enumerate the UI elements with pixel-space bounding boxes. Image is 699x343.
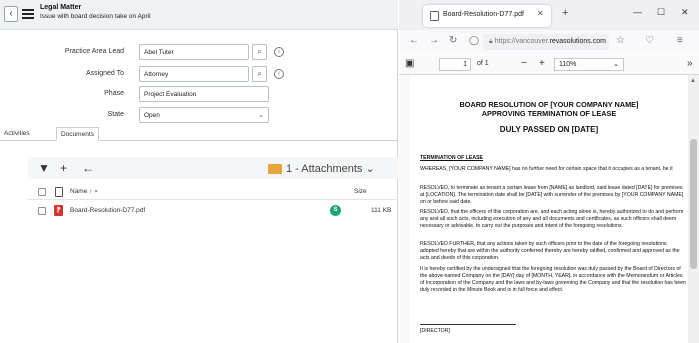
state-label: State <box>107 111 124 118</box>
assigned-to-label: Assigned To <box>85 70 124 77</box>
pdf-tab-icon <box>430 11 439 21</box>
chevron-down-icon: ⌄ <box>613 61 619 68</box>
zoom-value: 110% <box>559 61 577 68</box>
zoom-select[interactable]: 110% ⌄ <box>554 58 624 71</box>
folder-icon <box>268 164 282 174</box>
new-tab-icon[interactable]: + <box>562 7 568 19</box>
pocket-icon[interactable]: ♡ <box>645 35 654 46</box>
record-header: ‹ Legal Matter Issue with board decision… <box>0 0 398 30</box>
record-type: Legal Matter <box>40 4 82 11</box>
tab-documents[interactable]: Documents <box>56 127 99 141</box>
tab-title: Board-Resolution-D77.pdf <box>443 11 524 18</box>
reload-icon[interactable]: ↻ <box>449 35 457 46</box>
back-icon[interactable]: ← <box>409 35 419 46</box>
close-tab-icon[interactable]: ✕ <box>537 9 544 18</box>
documents-column-header: Name ↑ ⌕ Size <box>28 184 398 200</box>
file-name-link[interactable]: Board-Resolution-D77.pdf <box>70 207 145 214</box>
scrollbar-thumb[interactable] <box>690 139 697 269</box>
screen: ‹ Legal Matter Issue with board decision… <box>0 0 699 343</box>
browser-window: Board-Resolution-D77.pdf ✕ + — ☐ ✕ ← → ↻… <box>399 0 699 343</box>
row-checkbox[interactable] <box>38 207 46 215</box>
phase-row: Phase Project Evaluation <box>0 86 398 104</box>
chevron-down-icon: ⌄ <box>258 112 264 119</box>
scroll-up-icon[interactable]: ▲ <box>690 78 696 84</box>
browser-navbar: ← → ↻ ◯ 🔒︎ https://vancouver.revasolutio… <box>399 30 699 54</box>
info-icon[interactable]: i <box>274 47 284 57</box>
signature-line <box>420 324 516 325</box>
back-button[interactable]: ‹ <box>4 6 18 22</box>
state-select[interactable]: Open ⌄ <box>139 107 269 123</box>
back-arrow-icon[interactable]: ← <box>82 161 94 175</box>
record-title: Issue with board decision take on April <box>40 13 151 20</box>
hamburger-menu-icon[interactable]: ≡ <box>677 35 683 46</box>
browser-tab[interactable]: Board-Resolution-D77.pdf ✕ <box>423 5 551 27</box>
pdf-paragraph-4: RESOLVED FURTHER, that any actions taken… <box>420 241 680 261</box>
select-all-checkbox[interactable] <box>38 188 46 196</box>
info-icon[interactable]: i <box>274 69 284 79</box>
search-icon[interactable]: ⌕ <box>252 66 267 82</box>
practice-area-lead-label: Practice Area Lead <box>64 48 124 55</box>
more-tools-icon[interactable]: » <box>687 58 693 69</box>
page-count: of 1 <box>477 60 489 67</box>
state-value: Open <box>144 112 160 119</box>
record-tabs: Activities Documents <box>0 127 398 141</box>
assigned-to-row: Assigned To Attorney ⌕ i <box>0 66 398 84</box>
pdf-page: BOARD RESOLUTION OF [YOUR COMPANY NAME] … <box>410 75 688 343</box>
folder-name: 1 - Attachments <box>286 163 363 175</box>
phase-field[interactable]: Project Evaluation <box>139 86 269 102</box>
pdf-scrollbar[interactable]: ▲ <box>688 75 699 343</box>
sidebar-toggle-icon[interactable]: ▣ <box>405 58 414 69</box>
shield-icon[interactable]: ◯ <box>469 35 479 46</box>
url-bar[interactable]: 🔒︎ https://vancouver.revasolutions.com <box>483 34 609 50</box>
forward-icon[interactable]: → <box>429 35 439 46</box>
name-column-header[interactable]: Name ↑ ⌕ <box>70 188 98 196</box>
phase-label: Phase <box>104 90 124 97</box>
browser-tabstrip: Board-Resolution-D77.pdf ✕ + — ☐ ✕ <box>399 0 699 30</box>
practice-area-lead-row: Practice Area Lead Abel Tuter ⌕ i <box>0 44 398 62</box>
add-icon[interactable]: + <box>60 161 67 175</box>
zoom-in-icon[interactable]: + <box>539 58 545 69</box>
pdf-paragraph-3: RESOLVED, that the officers of this corp… <box>420 209 684 229</box>
documents-toolbar: ▼ + ← 1 - Attachments ⌄ <box>28 157 398 179</box>
pdf-title-line-1: BOARD RESOLUTION OF [YOUR COMPANY NAME] <box>459 100 639 109</box>
pdf-paragraph-1: WHEREAS, [YOUR COMPANY NAME] has no furt… <box>420 166 673 172</box>
minimize-icon[interactable]: — <box>633 7 642 17</box>
document-icon <box>55 187 63 197</box>
tab-activities[interactable]: Activities <box>0 127 34 141</box>
close-window-icon[interactable]: ✕ <box>681 7 689 18</box>
pdf-title-line-2: APPROVING TERMINATION OF LEASE <box>481 109 617 118</box>
maximize-icon[interactable]: ☐ <box>657 7 665 18</box>
pdf-title-line-3: DULY PASSED ON [DATE] <box>499 125 599 134</box>
lock-icon: 🔒︎ <box>489 38 493 45</box>
zoom-out-icon[interactable]: − <box>521 58 527 69</box>
pdf-viewer[interactable]: BOARD RESOLUTION OF [YOUR COMPANY NAME] … <box>399 75 688 343</box>
pdf-toolbar: ▣ 1 of 1 − + 110% ⌄ » <box>399 55 699 75</box>
table-row[interactable]: ⁋ Board-Resolution-D77.pdf S 111 KB <box>28 202 398 220</box>
pdf-file-icon: ⁋ <box>54 205 63 216</box>
pdf-paragraph-2: RESOLVED, to terminate as tenant a certa… <box>420 185 684 205</box>
status-badge: S <box>330 205 341 216</box>
signature-label: [DIRECTOR] <box>420 328 450 334</box>
practice-area-lead-field[interactable]: Abel Tuter <box>139 44 249 60</box>
file-size: 111 KB <box>371 207 392 214</box>
legal-matter-app: ‹ Legal Matter Issue with board decision… <box>0 0 398 343</box>
menu-icon[interactable] <box>22 9 34 19</box>
state-row: State Open ⌄ <box>0 107 398 125</box>
pdf-heading: TERMINATION OF LEASE <box>420 155 484 161</box>
url-domain: revasolutions.com <box>549 38 606 45</box>
bookmark-star-icon[interactable]: ☆ <box>616 35 625 46</box>
assigned-to-field[interactable]: Attorney <box>139 66 249 82</box>
page-number-input[interactable]: 1 <box>439 58 471 71</box>
url-prefix: https://vancouver. <box>494 38 550 45</box>
filter-icon[interactable]: ▼ <box>38 161 50 175</box>
documents-panel: ▼ + ← 1 - Attachments ⌄ Name ↑ ⌕ Size ⁋ … <box>28 157 398 343</box>
size-column-header[interactable]: Size <box>354 188 367 195</box>
search-icon[interactable]: ⌕ <box>252 44 267 60</box>
folder-selector[interactable]: 1 - Attachments ⌄ <box>286 162 375 175</box>
pdf-paragraph-5: It is hereby certified by the undersigne… <box>420 266 686 293</box>
